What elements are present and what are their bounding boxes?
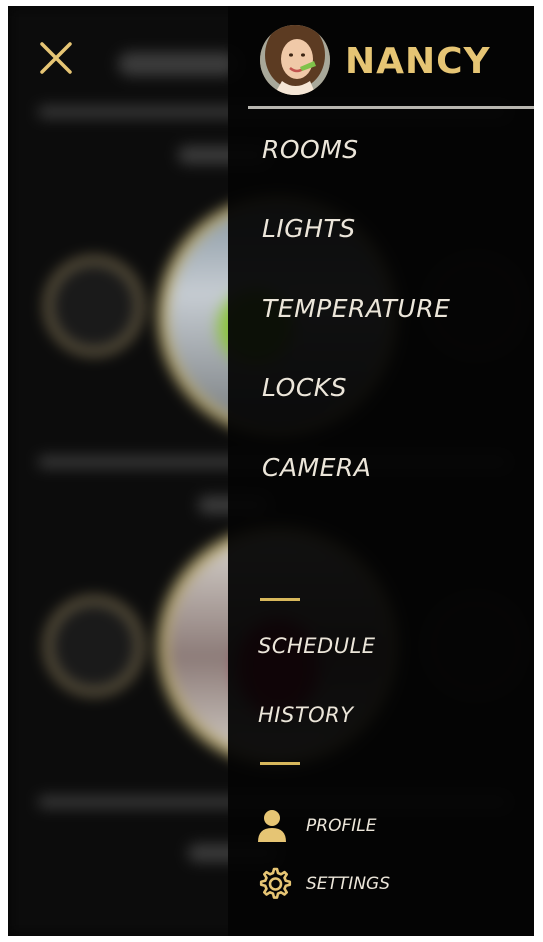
menu-item-rooms[interactable]: ROOMS: [262, 134, 359, 166]
menu-item-lights[interactable]: LIGHTS: [262, 213, 356, 245]
menu-item-schedule[interactable]: SCHEDULE: [258, 630, 376, 662]
menu-item-temperature[interactable]: TEMPERATURE: [262, 293, 450, 325]
person-icon: [256, 808, 292, 844]
settings-button[interactable]: SETTINGS: [256, 866, 426, 902]
profile-label: PROFILE: [306, 816, 377, 836]
user-name: NANCY: [345, 41, 491, 82]
close-icon: [40, 42, 72, 74]
close-button[interactable]: [36, 38, 76, 78]
app-screen: NANCY ROOMS LIGHTS TEMPERATURE LOCKS CAM…: [8, 6, 534, 936]
navigation-drawer: NANCY ROOMS LIGHTS TEMPERATURE LOCKS CAM…: [228, 6, 534, 936]
settings-label: SETTINGS: [306, 874, 390, 894]
section-divider: [260, 598, 300, 601]
gear-icon: [256, 866, 292, 902]
menu-item-locks[interactable]: LOCKS: [262, 372, 347, 404]
section-divider: [260, 762, 300, 765]
profile-button[interactable]: PROFILE: [256, 808, 416, 844]
menu-item-history[interactable]: HISTORY: [258, 699, 354, 731]
drawer-header: NANCY: [228, 6, 534, 110]
avatar[interactable]: [260, 25, 330, 95]
menu-item-camera[interactable]: CAMERA: [262, 452, 371, 484]
header-divider: [248, 106, 534, 109]
